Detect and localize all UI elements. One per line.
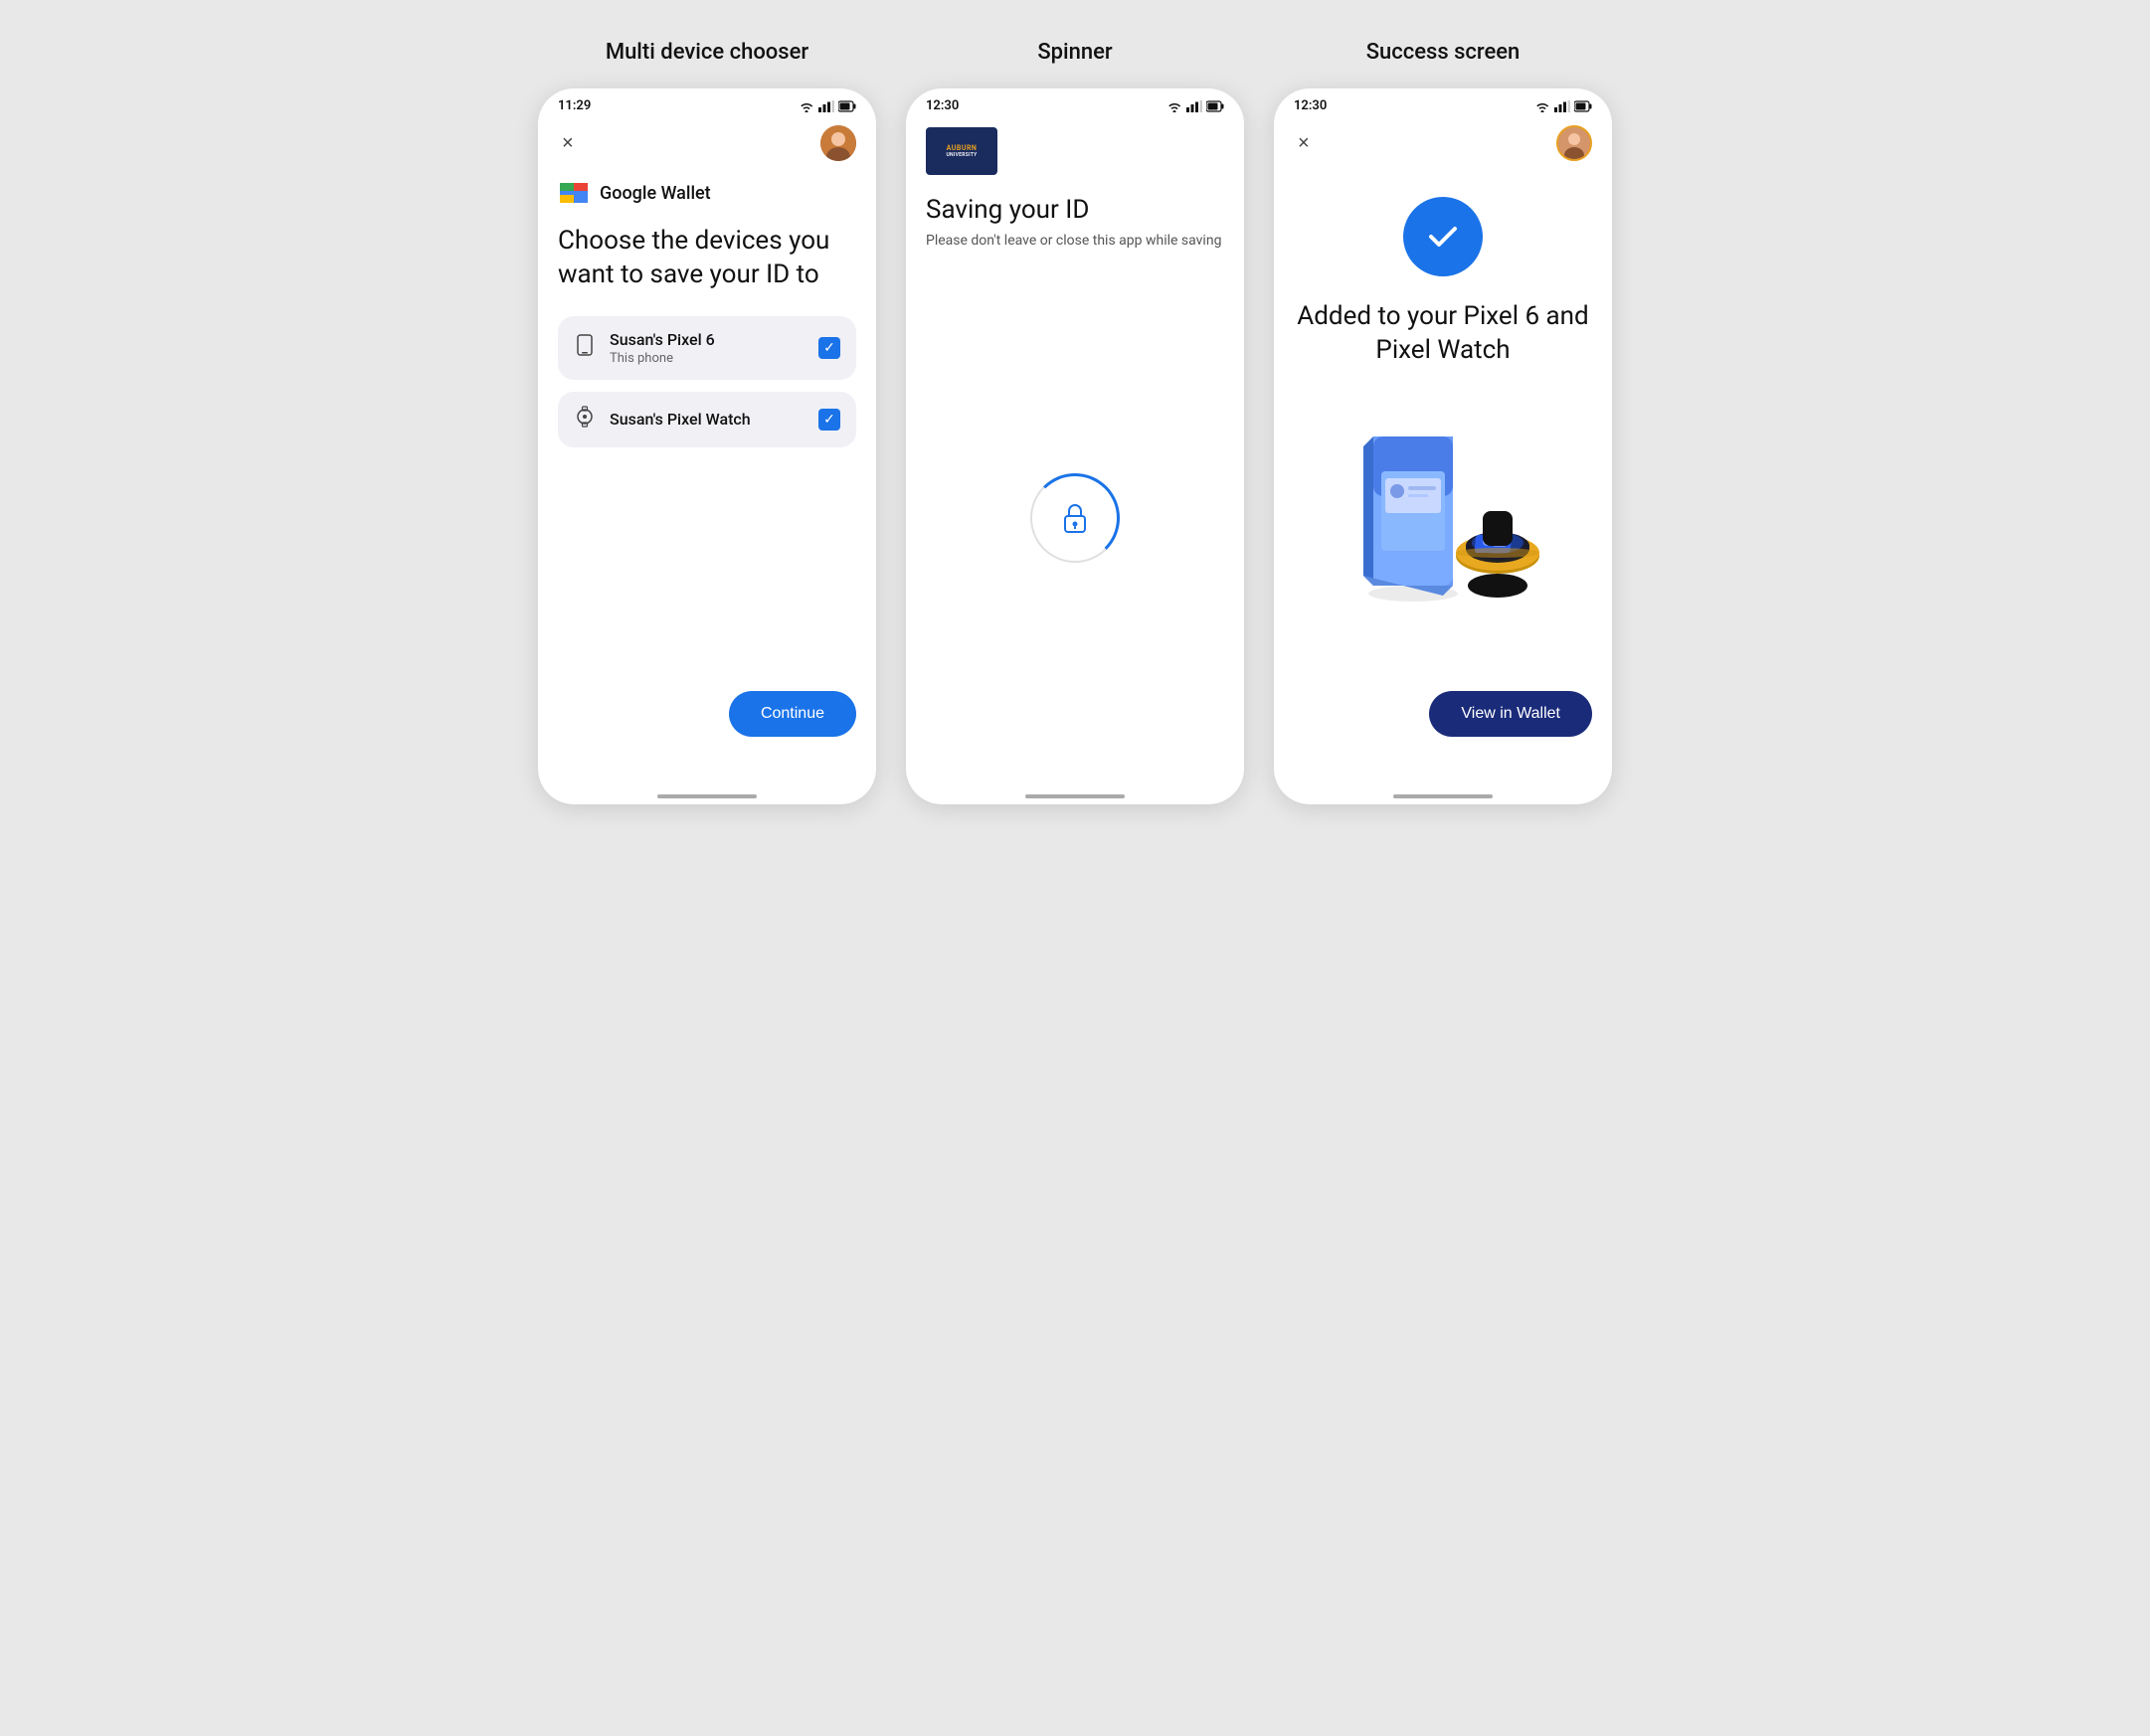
phone-watch-illustration <box>1324 402 1582 610</box>
screen3-wrapper: Success screen 12:30 × <box>1274 40 1612 804</box>
phone-icon <box>574 334 596 362</box>
screen1-phone-frame: 11:29 × <box>538 88 876 804</box>
device-info-0: Susan's Pixel 6 This phone <box>610 330 805 366</box>
spinner-arc <box>1030 473 1120 563</box>
auburn-logo: AUBURN UNIVERSITY <box>926 127 997 175</box>
top-bar-1: × <box>558 117 856 177</box>
wifi-icon-1 <box>799 100 814 112</box>
success-illustration <box>1324 402 1562 601</box>
device-item-0[interactable]: Susan's Pixel 6 This phone ✓ <box>558 316 856 380</box>
battery-icon-2 <box>1206 100 1224 112</box>
screen3-phone-frame: 12:30 × Add <box>1274 88 1612 804</box>
battery-icon-1 <box>838 100 856 112</box>
checkbox-0[interactable]: ✓ <box>818 337 840 359</box>
status-icons-1 <box>799 100 856 112</box>
saving-title: Saving your ID <box>926 195 1224 225</box>
time-1: 11:29 <box>558 98 591 113</box>
home-indicator-2 <box>1025 794 1125 798</box>
home-indicator-1 <box>657 794 757 798</box>
screen2-content: AUBURN UNIVERSITY Saving your ID Please … <box>906 117 1244 777</box>
screen1-wrapper: Multi device chooser 11:29 × <box>538 40 876 804</box>
screen2-title: Spinner <box>1037 40 1112 65</box>
wifi-icon-3 <box>1534 100 1550 112</box>
screen1-title: Multi device chooser <box>606 40 808 65</box>
checkmark-icon <box>1423 217 1463 257</box>
screen3-title: Success screen <box>1366 40 1521 65</box>
success-check-icon <box>1403 197 1483 276</box>
avatar-3 <box>1556 125 1592 161</box>
device-name-0: Susan's Pixel 6 <box>610 330 805 349</box>
view-wallet-button[interactable]: View in Wallet <box>1429 691 1592 737</box>
signal-icon-3 <box>1554 100 1570 112</box>
top-bar-3: × <box>1294 117 1592 177</box>
screen1-content: × Google <box>538 117 876 777</box>
status-bar-2: 12:30 <box>906 88 1244 117</box>
screen2-wrapper: Spinner 12:30 AUBURN UNIVERSITY <box>906 40 1244 804</box>
signal-icon-1 <box>818 100 834 112</box>
bottom-bar-2 <box>906 777 1244 804</box>
close-button-3[interactable]: × <box>1294 128 1314 159</box>
saving-sub: Please don't leave or close this app whi… <box>926 233 1224 249</box>
time-3: 12:30 <box>1294 98 1327 113</box>
checkbox-1[interactable]: ✓ <box>818 409 840 431</box>
spinner-container <box>926 259 1224 777</box>
status-bar-1: 11:29 <box>538 88 876 117</box>
wifi-icon-2 <box>1166 100 1182 112</box>
continue-button[interactable]: Continue <box>729 691 856 737</box>
avatar-img-1 <box>820 125 856 161</box>
device-sub-0: This phone <box>610 351 805 366</box>
google-wallet-text: Google Wallet <box>600 183 711 204</box>
screen3-content: × Added to your Pixel 6 and Pixel Watch <box>1274 117 1612 777</box>
time-2: 12:30 <box>926 98 959 113</box>
success-title: Added to your Pixel 6 and Pixel Watch <box>1294 300 1592 368</box>
device-info-1: Susan's Pixel Watch <box>610 410 805 429</box>
bottom-bar-3 <box>1274 777 1612 804</box>
google-wallet-logo: Google Wallet <box>558 177 856 209</box>
screen2-phone-frame: 12:30 AUBURN UNIVERSITY Saving your ID <box>906 88 1244 804</box>
device-name-1: Susan's Pixel Watch <box>610 410 805 429</box>
status-icons-2 <box>1166 100 1224 112</box>
close-button-1[interactable]: × <box>558 128 578 159</box>
battery-icon-3 <box>1574 100 1592 112</box>
avatar-1 <box>820 125 856 161</box>
device-item-1[interactable]: Susan's Pixel Watch ✓ <box>558 392 856 447</box>
bottom-bar-1 <box>538 777 876 804</box>
watch-icon <box>574 406 596 434</box>
screens-container: Multi device chooser 11:29 × <box>478 40 1672 804</box>
choose-title: Choose the devices you want to save your… <box>558 225 856 292</box>
status-bar-3: 12:30 <box>1274 88 1612 117</box>
spinner-circle <box>1030 473 1120 563</box>
home-indicator-3 <box>1393 794 1493 798</box>
signal-icon-2 <box>1186 100 1202 112</box>
google-wallet-icon <box>558 177 590 209</box>
status-icons-3 <box>1534 100 1592 112</box>
